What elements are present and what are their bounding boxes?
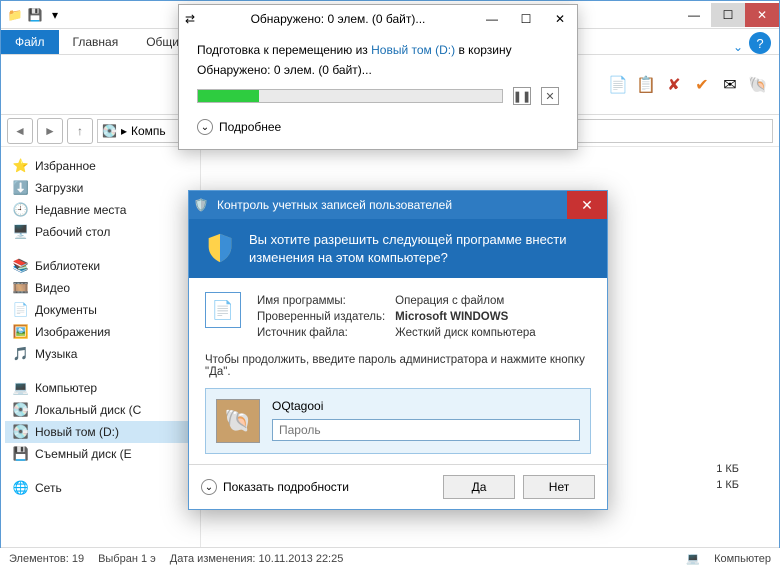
paste-icon[interactable]: 📋 xyxy=(635,74,657,96)
progress-bar xyxy=(197,89,503,103)
forward-button[interactable]: ► xyxy=(37,118,63,144)
uac-dialog: 🛡️ Контроль учетных записей пользователе… xyxy=(188,190,608,510)
program-info-table: Имя программы:Операция с файлом Проверен… xyxy=(255,292,546,342)
check-icon[interactable]: ✔ xyxy=(691,74,713,96)
status-computer: Компьютер xyxy=(714,553,771,565)
yes-button[interactable]: Да xyxy=(443,475,515,499)
drive-icon: 💽 xyxy=(13,402,29,418)
no-button[interactable]: Нет xyxy=(523,475,595,499)
computer-icon: 💻 xyxy=(13,380,29,396)
maximize-button[interactable]: ☐ xyxy=(711,3,745,27)
computer-icon: 💻 xyxy=(686,552,700,565)
sidebar-libraries[interactable]: 📚Библиотеки xyxy=(5,255,196,277)
transfer-icon: ⇄ xyxy=(179,12,201,26)
sidebar-pictures[interactable]: 🖼️Изображения xyxy=(5,321,196,343)
network-icon: 🌐 xyxy=(13,480,29,496)
sidebar-local-c[interactable]: 💽Локальный диск (C xyxy=(5,399,196,421)
delete-icon[interactable]: ✘ xyxy=(663,74,685,96)
download-icon: ⬇️ xyxy=(13,180,29,196)
password-input[interactable] xyxy=(272,419,580,441)
close-button[interactable]: ✕ xyxy=(745,3,779,27)
uac-instruction: Чтобы продолжить, введите пароль админис… xyxy=(205,354,591,378)
library-icon: 📚 xyxy=(13,258,29,274)
pause-button[interactable]: ❚❚ xyxy=(513,87,531,105)
fileop-message: Подготовка к перемещению из Новый том (D… xyxy=(197,43,559,57)
status-selected: Выбран 1 э xyxy=(98,553,156,565)
shield-icon: 🛡️ xyxy=(189,198,213,212)
navigation-pane: ⭐Избранное ⬇️Загрузки 🕘Недавние места 🖥️… xyxy=(1,147,201,547)
tab-file[interactable]: Файл xyxy=(1,30,59,54)
username-label: OQtagooi xyxy=(272,399,580,413)
sidebar-network[interactable]: 🌐Сеть xyxy=(5,477,196,499)
mail-icon[interactable]: ✉ xyxy=(719,74,741,96)
divider-icon: ▾ xyxy=(47,7,63,23)
back-button[interactable]: ◄ xyxy=(7,118,33,144)
fileop-source-link[interactable]: Новый том (D:) xyxy=(371,43,455,57)
music-icon: 🎵 xyxy=(13,346,29,362)
sidebar-downloads[interactable]: ⬇️Загрузки xyxy=(5,177,196,199)
help-button[interactable]: ? xyxy=(749,32,771,54)
sidebar-removable[interactable]: 💾Съемный диск (E xyxy=(5,443,196,465)
sidebar-video[interactable]: 🎞️Видео xyxy=(5,277,196,299)
program-icon: 📄 xyxy=(205,292,241,328)
status-date: Дата изменения: 10.11.2013 22:25 xyxy=(170,553,344,565)
uac-details-toggle[interactable]: ⌄ Показать подробности xyxy=(201,479,435,495)
credential-box: 🐚 OQtagooi xyxy=(205,388,591,454)
fileop-minimize[interactable]: — xyxy=(475,7,509,31)
minimize-button[interactable]: — xyxy=(677,3,711,27)
uac-titlebar[interactable]: 🛡️ Контроль учетных записей пользователе… xyxy=(189,191,607,219)
uac-close-button[interactable]: ✕ xyxy=(567,191,607,219)
sidebar-computer[interactable]: 💻Компьютер xyxy=(5,377,196,399)
fileop-titlebar[interactable]: ⇄ Обнаружено: 0 элем. (0 байт)... — ☐ ✕ xyxy=(179,5,577,33)
document-icon: 📄 xyxy=(13,302,29,318)
drive-icon: 💽 xyxy=(102,124,117,138)
sidebar-newvol-d[interactable]: 💽Новый том (D:) xyxy=(5,421,196,443)
user-avatar: 🐚 xyxy=(216,399,260,443)
recent-icon: 🕘 xyxy=(13,202,29,218)
sidebar-documents[interactable]: 📄Документы xyxy=(5,299,196,321)
sidebar-music[interactable]: 🎵Музыка xyxy=(5,343,196,365)
fileop-title: Обнаружено: 0 элем. (0 байт)... xyxy=(201,12,475,26)
usb-icon: 💾 xyxy=(13,446,29,462)
fileop-details-toggle[interactable]: ⌄ Подробнее xyxy=(197,119,559,135)
fileop-maximize[interactable]: ☐ xyxy=(509,7,543,31)
picture-icon: 🖼️ xyxy=(13,324,29,340)
sidebar-desktop[interactable]: 🖥️Рабочий стол xyxy=(5,221,196,243)
properties-icon[interactable]: 📄 xyxy=(607,74,629,96)
drive-icon: 💽 xyxy=(13,424,29,440)
fileop-close[interactable]: ✕ xyxy=(543,7,577,31)
cancel-button[interactable]: ✕ xyxy=(541,87,559,105)
up-button[interactable]: ↑ xyxy=(67,118,93,144)
star-icon: ⭐ xyxy=(13,158,29,174)
status-item-count: Элементов: 19 xyxy=(9,553,84,565)
save-icon[interactable]: 💾 xyxy=(27,7,43,23)
status-bar: Элементов: 19 Выбран 1 э Дата изменения:… xyxy=(1,547,779,569)
uac-header: Вы хотите разрешить следующей программе … xyxy=(189,219,607,278)
size-values: 1 КБ 1 КБ xyxy=(716,461,739,493)
quick-access-toolbar: 📁 💾 ▾ xyxy=(1,7,69,23)
window-controls: — ☐ ✕ xyxy=(677,3,779,27)
video-icon: 🎞️ xyxy=(13,280,29,296)
fileop-progress-text: Обнаружено: 0 элем. (0 байт)... xyxy=(197,63,559,77)
desktop-icon: 🖥️ xyxy=(13,224,29,240)
breadcrumb-text: Компь xyxy=(131,124,166,138)
chevron-down-icon: ⌄ xyxy=(197,119,213,135)
tab-home[interactable]: Главная xyxy=(59,30,133,54)
folder-icon: 📁 xyxy=(7,7,23,23)
file-operation-dialog: ⇄ Обнаружено: 0 элем. (0 байт)... — ☐ ✕ … xyxy=(178,4,578,150)
uac-question: Вы хотите разрешить следующей программе … xyxy=(249,231,593,266)
chevron-down-icon: ⌄ xyxy=(201,479,217,495)
uac-title: Контроль учетных записей пользователей xyxy=(213,198,567,212)
shell-icon[interactable]: 🐚 xyxy=(747,74,769,96)
expand-ribbon-icon[interactable]: ⌄ xyxy=(733,40,743,54)
large-shield-icon xyxy=(203,231,237,265)
sidebar-favorites[interactable]: ⭐Избранное xyxy=(5,155,196,177)
sidebar-recent[interactable]: 🕘Недавние места xyxy=(5,199,196,221)
